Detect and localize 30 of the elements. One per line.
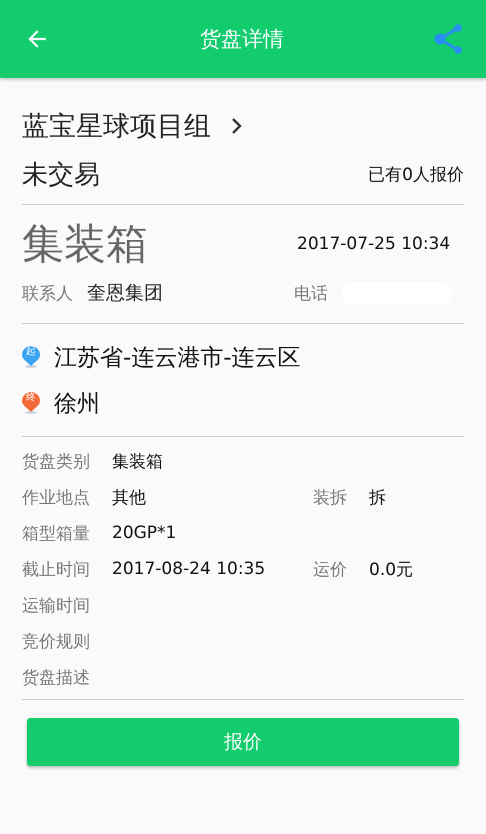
detail-label: 竞价规则 (22, 630, 90, 652)
detail-label: 货盘描述 (22, 666, 90, 688)
detail-label: 货盘类别 (22, 450, 90, 472)
pin-label: 终 (26, 391, 36, 404)
contact-label: 联系人 (22, 282, 73, 304)
company-name[interactable]: 蓝宝星球项目组 (22, 108, 211, 144)
route-place: 江苏省-连云港市-连云区 (54, 344, 301, 372)
quote-count: 已有0人报价 (368, 164, 464, 186)
detail-label: 截止时间 (22, 558, 90, 580)
detail-value: 2017-08-24 10:35 (112, 559, 266, 579)
contact-value: 奎恩集团 (87, 281, 163, 306)
detail-value: 20GP*1 (112, 523, 176, 543)
pin-label: 起 (26, 345, 36, 358)
detail-value: 集装箱 (112, 450, 163, 472)
phone-label: 电话 (294, 282, 328, 304)
route-place: 徐州 (54, 390, 100, 418)
screen-title: 货盘详情 (200, 26, 284, 53)
detail-label: 运价 (313, 558, 347, 580)
detail-label: 作业地点 (22, 486, 90, 508)
chevron-icon[interactable] (231, 117, 243, 135)
detail-label: 装拆 (313, 486, 347, 508)
cargo-type: 集装箱 (22, 218, 149, 270)
detail-label: 运输时间 (22, 594, 90, 616)
trade-status: 未交易 (22, 158, 100, 192)
detail-value: 拆 (369, 486, 386, 508)
post-date: 2017-07-25 10:34 (297, 234, 450, 254)
detail-value: 其他 (112, 486, 146, 508)
share-icon[interactable] (434, 22, 464, 56)
detail-label: 箱型箱量 (22, 522, 90, 544)
detail-value: 0.0元 (369, 558, 414, 580)
